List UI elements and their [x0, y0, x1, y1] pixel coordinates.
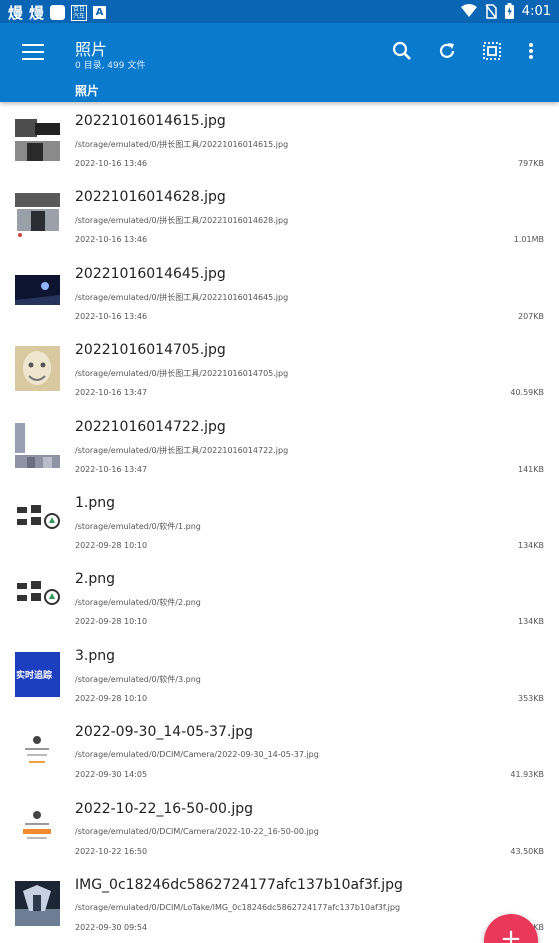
file-name: 1.png	[75, 494, 116, 511]
file-row[interactable]: 20221016014722.jpg /storage/emulated/0/拼…	[0, 408, 559, 484]
wifi-icon	[460, 4, 477, 17]
select-all-icon[interactable]	[480, 39, 504, 63]
file-path: /storage/emulated/0/拼长图工具/20221016014628…	[75, 216, 289, 226]
search-icon[interactable]	[390, 39, 414, 63]
file-row[interactable]: 1.png /storage/emulated/0/软件/1.png 2022-…	[0, 484, 559, 560]
menu-icon[interactable]	[22, 44, 44, 60]
file-date: 2022-09-30 14:05	[75, 770, 148, 780]
file-path: /storage/emulated/0/DCIM/LoTake/IMG_0c18…	[75, 902, 401, 912]
file-name: IMG_0c18246dc5862724177afc137b10af3f.jpg	[75, 876, 403, 893]
file-date: 2022-09-28 10:10	[75, 693, 148, 703]
file-name: 20221016014705.jpg	[75, 342, 226, 359]
file-date: 2022-10-16 13:47	[75, 464, 148, 474]
file-date: 2022-09-30 09:54	[75, 922, 148, 932]
file-row[interactable]: 20221016014645.jpg /storage/emulated/0/拼…	[0, 255, 559, 331]
app-bar: 照片 0 目录, 499 文件 照片	[0, 23, 559, 102]
file-thumbnail	[15, 880, 60, 926]
file-thumbnail	[15, 804, 60, 850]
file-size: 797KB	[517, 159, 544, 168]
file-path: /storage/emulated/0/拼长图工具/20221016014705…	[75, 369, 289, 379]
file-date: 2022-10-16 13:46	[75, 311, 148, 321]
file-size: 41.93KB	[510, 770, 544, 780]
file-row[interactable]: 2.png /storage/emulated/0/软件/2.png 2022-…	[0, 560, 559, 636]
file-date: 2022-10-16 13:47	[75, 388, 148, 398]
file-row[interactable]: 2022-10-22_16-50-00.jpg /storage/emulate…	[0, 790, 559, 866]
file-thumbnail	[15, 575, 60, 621]
file-thumbnail	[15, 269, 60, 315]
page-title: 照片	[75, 40, 108, 59]
file-path: /storage/emulated/0/软件/1.png	[75, 521, 201, 531]
file-name: 3.png	[75, 647, 116, 664]
file-size: 43.50KB	[510, 846, 544, 856]
file-thumbnail	[15, 193, 60, 239]
page-subtitle: 0 目录, 499 文件	[75, 61, 146, 71]
file-thumbnail	[15, 728, 60, 774]
file-size: 40.59KB	[510, 388, 544, 398]
file-row[interactable]: 实时追踪 3.png /storage/emulated/0/软件/3.png …	[0, 637, 559, 713]
file-path: /storage/emulated/0/软件/2.png	[75, 598, 201, 608]
file-path: /storage/emulated/0/DCIM/Camera/2022-10-…	[75, 826, 319, 836]
file-name: 20221016014615.jpg	[75, 113, 226, 129]
status-bar: 熳 熳 百日 汽车 A 4:01	[0, 0, 559, 23]
file-thumbnail	[15, 498, 60, 544]
file-thumbnail	[15, 117, 60, 162]
refresh-icon[interactable]	[435, 39, 459, 63]
notification-glyph-1: 熳	[8, 4, 24, 22]
clock: 4:01	[521, 3, 551, 19]
file-size: 134KB	[517, 617, 544, 627]
file-name: 2022-10-22_16-50-00.jpg	[75, 800, 254, 817]
app-notification-icon: 百日 汽车	[71, 4, 88, 21]
file-name: 2.png	[75, 571, 116, 588]
square-notification-icon	[50, 5, 66, 20]
file-path: /storage/emulated/0/拼长图工具/20221016014645…	[75, 292, 289, 302]
file-date: 2022-10-16 13:46	[75, 159, 148, 168]
file-date: 2022-09-28 10:10	[75, 617, 148, 627]
file-name: 2022-09-30_14-05-37.jpg	[75, 724, 254, 741]
file-path: /storage/emulated/0/软件/3.png	[75, 674, 201, 684]
file-path: /storage/emulated/0/拼长图工具/20221016014615…	[75, 140, 289, 149]
file-date: 2022-10-22 16:50	[75, 846, 148, 856]
file-name: 20221016014722.jpg	[75, 418, 226, 435]
notification-glyph-2: 熳	[29, 4, 45, 22]
file-list: 20221016014615.jpg /storage/emulated/0/拼…	[0, 102, 559, 942]
file-thumbnail: 实时追踪	[15, 651, 60, 697]
file-thumbnail	[15, 422, 60, 468]
file-row[interactable]: IMG_0c18246dc5862724177afc137b10af3f.jpg…	[0, 866, 559, 942]
file-size: 1.01MB	[513, 235, 544, 245]
status-system-icons: 4:01	[460, 3, 551, 19]
file-name: 20221016014645.jpg	[75, 265, 226, 282]
file-date: 2022-09-28 10:10	[75, 540, 148, 550]
file-size: 141KB	[517, 464, 544, 474]
file-name: 20221016014628.jpg	[75, 189, 226, 206]
file-row[interactable]: 20221016014628.jpg /storage/emulated/0/拼…	[0, 178, 559, 254]
no-sim-icon	[485, 3, 497, 19]
status-notifications: 熳 熳 百日 汽车 A	[8, 2, 107, 23]
file-date: 2022-10-16 13:46	[75, 235, 148, 245]
file-path: /storage/emulated/0/DCIM/Camera/2022-09-…	[75, 750, 319, 760]
file-size: 353KB	[517, 693, 544, 703]
file-size: 207KB	[517, 311, 544, 321]
file-row[interactable]: 2022-09-30_14-05-37.jpg /storage/emulate…	[0, 713, 559, 789]
file-size: 134KB	[517, 540, 544, 550]
file-thumbnail	[15, 346, 60, 392]
battery-icon	[504, 3, 514, 19]
breadcrumb[interactable]: 照片	[75, 82, 99, 99]
more-vert-icon[interactable]	[519, 39, 543, 63]
file-path: /storage/emulated/0/拼长图工具/20221016014722…	[75, 445, 289, 455]
file-row[interactable]: 20221016014705.jpg /storage/emulated/0/拼…	[0, 331, 559, 407]
thumbnail-text: 实时追踪	[16, 670, 53, 681]
a-notification-icon: A	[93, 6, 107, 19]
file-row[interactable]: 20221016014615.jpg /storage/emulated/0/拼…	[0, 102, 559, 178]
